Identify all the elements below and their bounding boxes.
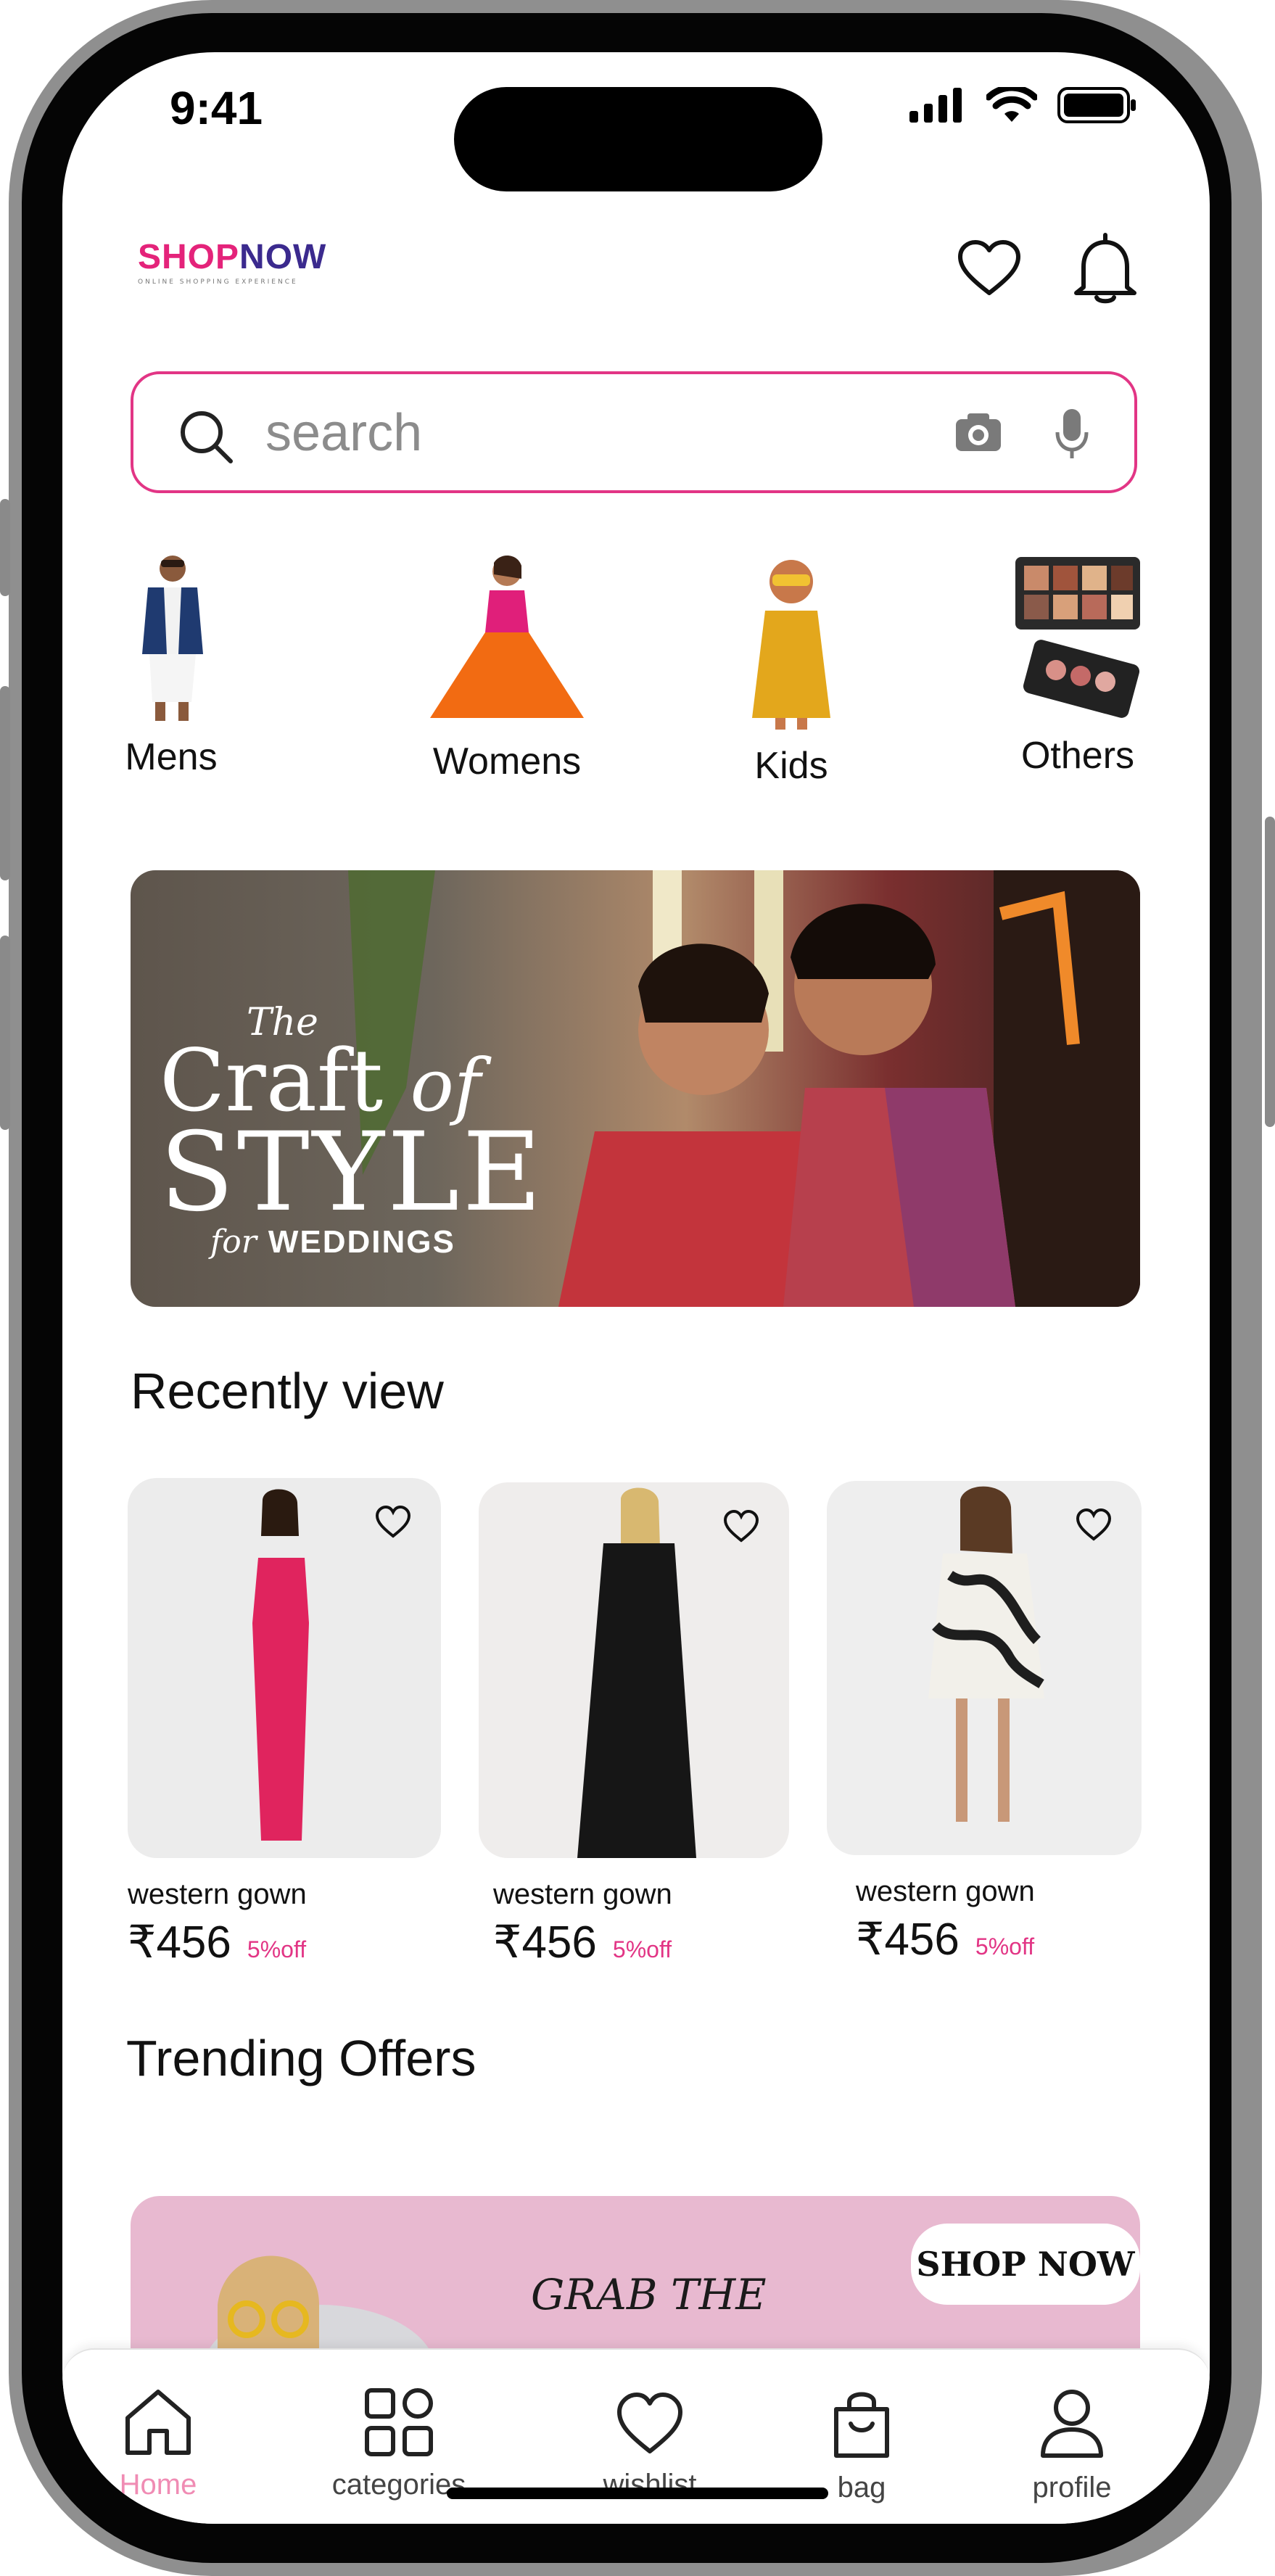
search-bar[interactable] — [131, 371, 1137, 493]
favorite-heart-icon[interactable] — [722, 1508, 760, 1543]
wifi-icon — [986, 87, 1037, 122]
search-input[interactable] — [264, 403, 920, 463]
product-image — [128, 1478, 441, 1858]
category-label: Mens — [125, 736, 218, 778]
category-others[interactable]: Others — [998, 542, 1158, 777]
side-button-volume-down — [0, 936, 10, 1130]
app-logo[interactable]: SHOPNOW ONLINE SHOPPING EXPERIENCE — [138, 237, 326, 286]
camera-search-icon[interactable] — [953, 410, 1004, 454]
offer-headline: GRAB THE — [531, 2270, 767, 2319]
product-discount: 5%off — [975, 1933, 1035, 1960]
promo-banner[interactable]: The Craft of STYLE for WEDDINGS — [131, 870, 1140, 1307]
status-icons — [909, 87, 1137, 123]
nav-label: Home — [119, 2469, 197, 2501]
status-time: 9:41 — [170, 82, 263, 134]
cellular-signal-icon — [909, 88, 962, 123]
price-row: ₹456 5%off — [128, 1915, 441, 1968]
product-image — [479, 1482, 789, 1858]
side-button-silent — [0, 499, 10, 596]
logo-tagline: ONLINE SHOPPING EXPERIENCE — [138, 278, 298, 286]
banner-word-weddings: WEDDINGS — [268, 1224, 455, 1260]
favorite-heart-icon[interactable] — [374, 1504, 412, 1539]
trending-offers-title: Trending Offers — [126, 2030, 476, 2086]
nav-label: profile — [1032, 2472, 1112, 2503]
battery-icon — [1057, 87, 1136, 123]
product-image — [827, 1481, 1142, 1855]
category-label: Others — [1020, 735, 1135, 777]
price-row: ₹456 5%off — [493, 1915, 789, 1968]
microphone-icon[interactable] — [1052, 406, 1092, 461]
nav-profile[interactable]: profile — [985, 2386, 1159, 2504]
dynamic-island — [454, 87, 822, 191]
search-icon — [181, 411, 233, 463]
product-card[interactable]: western gown ₹456 5%off — [827, 1481, 1142, 1965]
notification-bell-icon[interactable] — [1072, 231, 1139, 305]
price-row: ₹456 5%off — [856, 1912, 1142, 1965]
profile-user-icon — [1041, 2390, 1103, 2458]
logo-text: SHOPNOW — [138, 237, 326, 277]
favorite-heart-icon[interactable] — [1075, 1507, 1113, 1542]
nav-categories[interactable]: categories — [312, 2386, 486, 2501]
product-price: ₹456 — [493, 1917, 597, 1968]
app-screen: 9:41 SHOPNOW ONLINE SHOPPING EXPERIENCE — [62, 52, 1210, 2524]
category-label: Kids — [754, 745, 828, 787]
side-button-power — [1265, 817, 1275, 1127]
product-discount: 5%off — [612, 1936, 672, 1962]
banner-line-style: STYLE — [160, 1110, 545, 1236]
mens-category-image — [142, 556, 203, 721]
home-indicator[interactable] — [447, 2488, 828, 2499]
womens-category-image — [430, 555, 584, 718]
banner-title: The Craft of STYLE for WEDDINGS — [160, 1001, 545, 1260]
nav-bag[interactable]: bag — [775, 2386, 949, 2504]
product-discount: 5%off — [247, 1936, 307, 1962]
nav-wishlist[interactable]: wishlist — [563, 2386, 737, 2501]
category-label: Womens — [432, 740, 582, 783]
product-card[interactable]: western gown ₹456 5%off — [128, 1478, 441, 1968]
others-category-image — [1015, 557, 1140, 718]
product-card[interactable]: western gown ₹456 5%off — [479, 1482, 789, 1968]
category-kids[interactable]: Kids — [737, 553, 846, 788]
product-name: western gown — [856, 1875, 1035, 1907]
home-icon — [125, 2390, 191, 2455]
side-button-volume-up — [0, 686, 10, 880]
banner-word-for: for — [210, 1223, 257, 1260]
wishlist-heart-icon[interactable] — [956, 238, 1023, 297]
kids-category-image — [752, 560, 830, 730]
product-price: ₹456 — [128, 1917, 231, 1968]
recently-viewed-title: Recently view — [131, 1363, 444, 1419]
shopping-bag-icon — [834, 2392, 889, 2458]
category-mens[interactable]: Mens — [120, 553, 222, 779]
category-womens[interactable]: Womens — [409, 553, 605, 783]
product-name: western gown — [493, 1878, 672, 1910]
nav-home[interactable]: Home — [71, 2386, 245, 2501]
logo-now: NOW — [239, 238, 327, 276]
product-name: western gown — [128, 1878, 307, 1910]
logo-shop: SHOP — [138, 238, 240, 276]
categories-grid-icon — [365, 2388, 433, 2456]
product-price: ₹456 — [856, 1915, 960, 1965]
shop-now-button[interactable]: SHOP NOW — [911, 2224, 1140, 2305]
wishlist-heart-icon — [617, 2393, 682, 2453]
